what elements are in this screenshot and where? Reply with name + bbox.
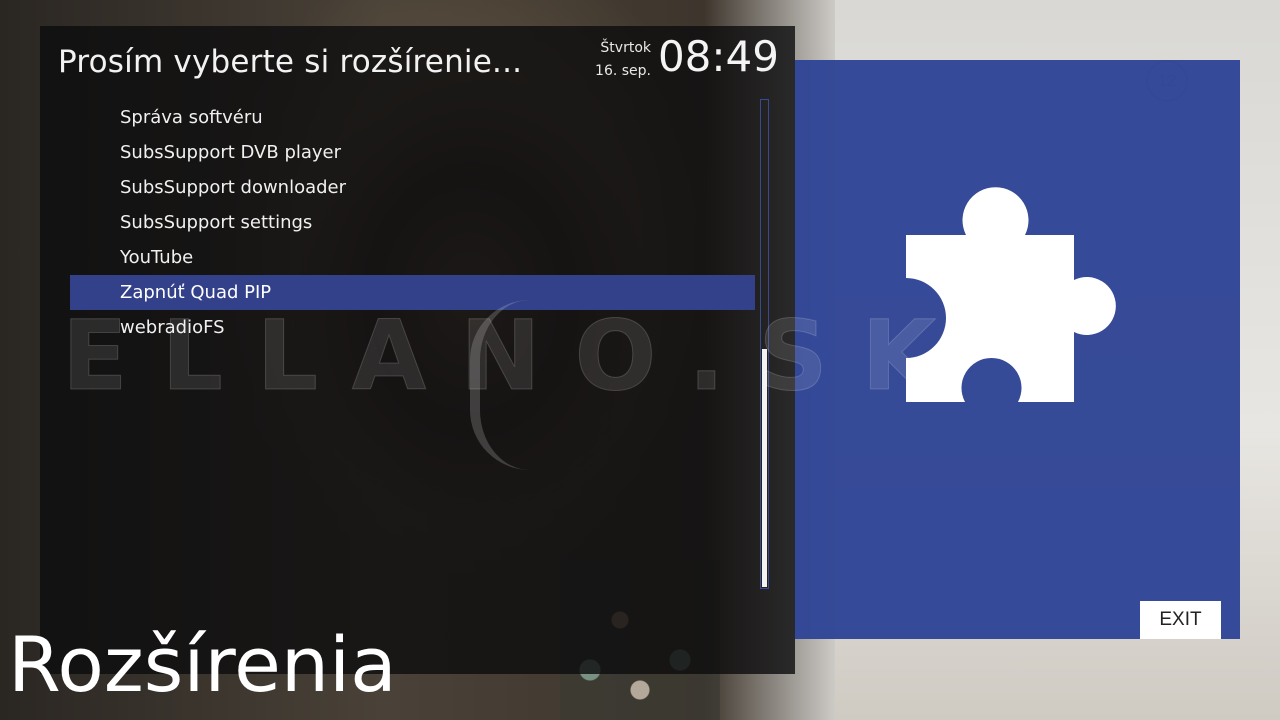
list-item-subssupport-dvb-player[interactable]: SubsSupport DVB player	[70, 135, 755, 170]
exit-button[interactable]: EXIT	[1140, 601, 1221, 639]
date-display: Štvrtok 16. sep.	[595, 37, 651, 83]
extensions-menu: Prosím vyberte si rozšírenie... Štvrtok …	[40, 26, 795, 674]
day-label: Štvrtok	[600, 40, 651, 56]
screen: 12 Prosím vyberte si rozšírenie... Štvrt…	[0, 0, 1280, 720]
clock: 08:49	[657, 32, 779, 81]
menu-title: Prosím vyberte si rozšírenie...	[58, 44, 523, 80]
list-item-subssupport-settings[interactable]: SubsSupport settings	[70, 205, 755, 240]
puzzle-piece-icon	[906, 187, 1116, 402]
extension-info-panel: EXIT	[795, 60, 1240, 639]
scrollbar-thumb[interactable]	[762, 349, 767, 587]
extension-list: Správa softvéru SubsSupport DVB player S…	[70, 100, 755, 345]
list-item-subssupport-downloader[interactable]: SubsSupport downloader	[70, 170, 755, 205]
date-label: 16. sep.	[595, 63, 651, 79]
list-item-webradiofs[interactable]: webradioFS	[70, 310, 755, 345]
page-label: Rozšírenia	[8, 620, 397, 709]
list-item-software-management[interactable]: Správa softvéru	[70, 100, 755, 135]
list-item-youtube[interactable]: YouTube	[70, 240, 755, 275]
scrollbar[interactable]	[760, 99, 769, 589]
list-item-quad-pip[interactable]: Zapnúť Quad PIP	[70, 275, 755, 310]
